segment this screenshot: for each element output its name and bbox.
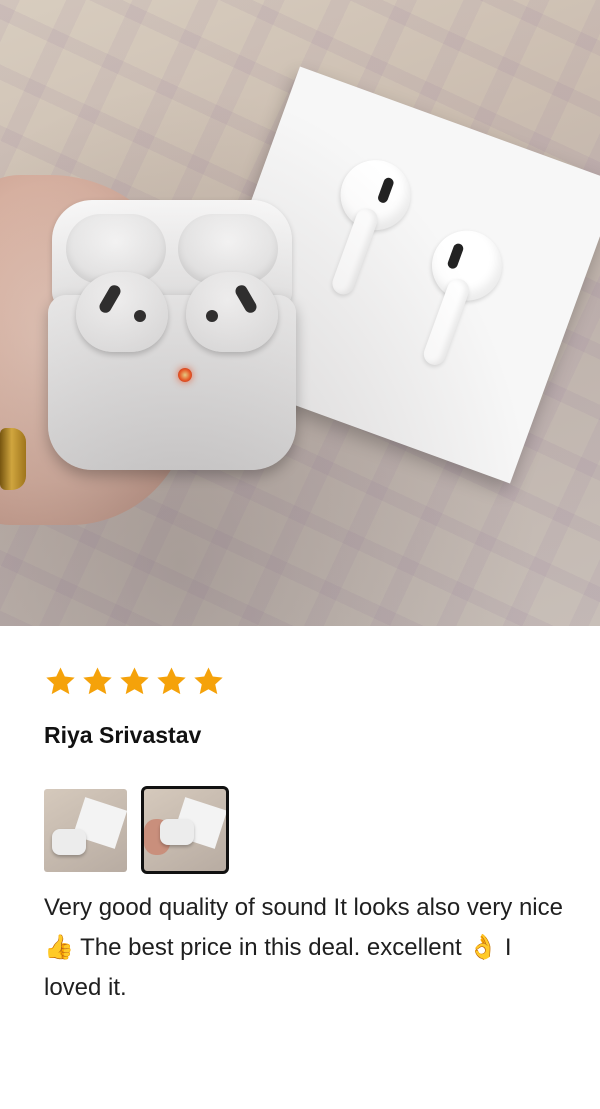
thumbnail-case — [160, 819, 194, 845]
product-photo — [0, 0, 600, 626]
star-icon — [118, 665, 151, 698]
star-rating — [44, 665, 225, 698]
star-icon — [44, 665, 77, 698]
thumbnail-1[interactable] — [44, 788, 127, 872]
star-icon — [81, 665, 114, 698]
thumbnail-case — [52, 828, 86, 855]
reviewer-name: Riya Srivastav — [44, 722, 202, 748]
photo-shade — [0, 0, 600, 626]
star-icon — [192, 665, 225, 698]
review-thumbnails — [44, 786, 229, 874]
star-icon — [155, 665, 188, 698]
review-text: Very good quality of sound It looks also… — [44, 894, 563, 1001]
thumbnail-2-selected[interactable] — [141, 786, 229, 874]
